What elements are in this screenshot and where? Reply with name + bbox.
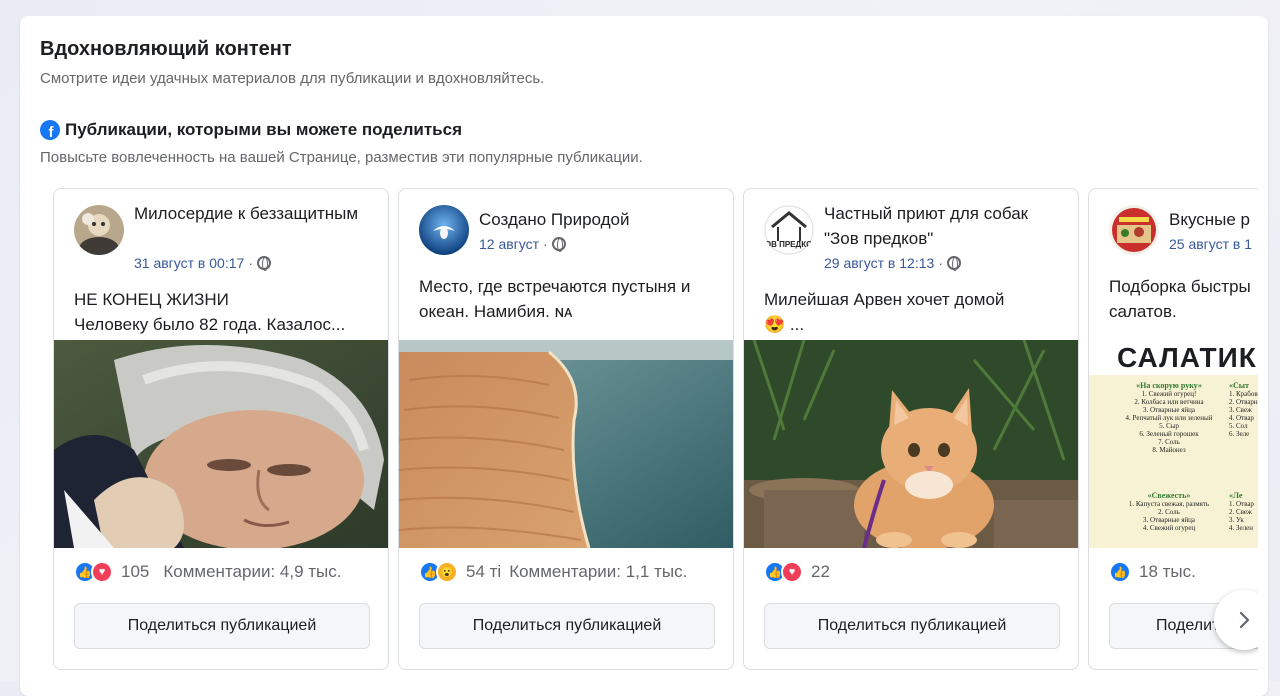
recipe-line: 3. Свеж (1229, 406, 1252, 414)
facebook-icon: f (40, 120, 60, 140)
chevron-right-icon (1239, 611, 1250, 629)
recipe-line: 8. Майонез (1152, 446, 1186, 454)
comment-count[interactable]: Комментарии: 4,9 тыс. (163, 562, 341, 582)
page-avatar[interactable] (74, 205, 124, 255)
post-image[interactable]: САЛАТИКИ «На скорую руку» 1. Свежий огур… (1089, 340, 1258, 548)
separator: · (248, 255, 253, 271)
globe-icon (256, 256, 271, 271)
reaction-count: 54 ті (466, 562, 502, 581)
page-name[interactable]: Милосердие к беззащитным (134, 201, 374, 226)
image-title: САЛАТИКИ (1089, 340, 1258, 375)
recipe-title: «Сыт (1229, 381, 1249, 390)
share-post-button[interactable]: Поделиться публикацией (74, 603, 370, 649)
page-avatar[interactable] (1109, 205, 1159, 255)
recipe-line: 2. Соль (1158, 508, 1180, 516)
recipe-line: 4. Репчатый лук или зеленый (1125, 414, 1213, 422)
reaction-summary[interactable]: 👍 ♥ 105 Комментарии: 4,9 тыс. (74, 561, 341, 583)
page-name[interactable]: Создано Природой (479, 207, 719, 232)
recipe-line: 3. Ук (1229, 516, 1244, 524)
post-text-line: 😍 ... (764, 315, 805, 334)
share-post-button[interactable]: Поделиться публикацией (764, 603, 1060, 649)
post-meta: 29 август в 12:13 · (824, 255, 961, 271)
post-text-line: Человеку было 82 года. Казалос... (74, 315, 346, 334)
post-text-line: океан. Намибия. ɴᴀ (419, 302, 573, 321)
page-name[interactable]: Частный приют для собак "Зов предков" (824, 201, 1064, 251)
recipe-line: 4. Свежий огурец (1142, 524, 1196, 532)
recipe-line: 1. Отвар (1229, 500, 1254, 508)
page-title: Вдохновляющий контент (40, 38, 292, 60)
comment-count[interactable]: Комментарии: 1,1 тыс. (509, 562, 687, 582)
post-text-line: НЕ КОНЕЦ ЖИЗНИ (74, 290, 229, 309)
post-image[interactable] (399, 340, 733, 548)
post-image[interactable] (744, 340, 1078, 548)
post-carousel: Милосердие к беззащитным 31 август в 00:… (53, 188, 1258, 678)
like-icon: 👍 (1109, 561, 1131, 583)
separator: · (938, 255, 943, 271)
reaction-summary[interactable]: 👍 18 тыс. К (1109, 561, 1258, 583)
post-date[interactable]: 29 август в 12:13 (824, 255, 934, 271)
avatar-logo-text: ЗОВ ПРЕДКОВ (764, 240, 814, 249)
recipe-line: 2. Колбаса или ветчина (1134, 398, 1204, 406)
reaction-summary[interactable]: 👍 ♥ 22 (764, 561, 844, 583)
share-post-button[interactable]: Поделиться публикацией (419, 603, 715, 649)
post-date[interactable]: 12 август (479, 236, 539, 252)
recipe-line: 1. Свежий огурец! (1141, 390, 1197, 398)
separator: · (543, 236, 548, 252)
post-text-line: Место, где встречаются пустыня и (419, 277, 691, 296)
wow-icon: 😮 (436, 561, 458, 583)
post-image[interactable] (54, 340, 388, 548)
page-name[interactable]: Вкусные р (1169, 207, 1258, 232)
post-meta: 25 август в 1 (1169, 236, 1252, 252)
recipe-line: 4. Зелен (1229, 524, 1253, 532)
recipe-title: «Свежесть» (1147, 491, 1191, 500)
recipe-title: «Ле (1229, 491, 1243, 500)
reaction-summary[interactable]: 👍 😮 54 ті Комментарии: 1,1 тыс. (419, 561, 687, 583)
heart-icon: ♥ (781, 561, 803, 583)
recipe-line: 1. Капуста свежая, размять (1128, 500, 1210, 508)
globe-icon (551, 237, 566, 252)
section-title-text: Публикации, которыми вы можете поделитьс… (65, 120, 462, 139)
page-subtitle: Смотрите идеи удачных материалов для пуб… (40, 70, 545, 87)
post-text: Место, где встречаются пустыня и океан. … (419, 274, 719, 324)
heart-icon: ♥ (91, 561, 113, 583)
post-meta: 12 август · (479, 236, 566, 252)
recipe-line: 5. Сыр (1159, 422, 1179, 430)
post-text: Подборка быстры салатов. (1109, 274, 1258, 324)
page-avatar[interactable]: ЗОВ ПРЕДКОВ (764, 205, 814, 255)
recipe-line: 3. Отварные яйца (1142, 406, 1196, 414)
recipe-title: «На скорую руку» (1136, 381, 1202, 390)
reaction-count: 22 (811, 562, 830, 581)
reaction-count: 105 (121, 562, 150, 581)
recipe-line: 3. Отварные яйца (1142, 516, 1196, 524)
reaction-count: 18 тыс. (1139, 562, 1196, 581)
post-meta: 31 август в 00:17 · (134, 255, 271, 271)
post-date[interactable]: 31 август в 00:17 (134, 255, 244, 271)
recipe-line: 1. Крабовы (1229, 390, 1258, 398)
post-date[interactable]: 25 август в 1 (1169, 236, 1252, 252)
section-subtitle: Повысьте вовлеченность на вашей Странице… (40, 149, 643, 166)
post-text-line: салатов. (1109, 302, 1177, 321)
post-card: Милосердие к беззащитным 31 август в 00:… (53, 188, 389, 670)
globe-icon (946, 256, 961, 271)
inspiration-panel: Вдохновляющий контент Смотрите идеи удач… (20, 16, 1268, 696)
recipe-panel: «На скорую руку» 1. Свежий огурец! 2. Ко… (1089, 375, 1258, 548)
post-card: ЗОВ ПРЕДКОВ Частный приют для собак "Зов… (743, 188, 1079, 670)
recipe-line: 4. Отвар (1229, 414, 1254, 422)
recipe-line: 2. Свеж (1229, 508, 1252, 516)
post-text: НЕ КОНЕЦ ЖИЗНИ Человеку было 82 года. Ка… (74, 287, 374, 337)
section-title: f Публикации, которыми вы можете поделит… (40, 120, 462, 140)
recipe-line: 5. Сол (1229, 422, 1248, 430)
recipe-line: 7. Соль (1158, 438, 1180, 446)
post-text-line: Милейшая Арвен хочет домой (764, 290, 1005, 309)
recipe-line: 6. Зеле (1229, 430, 1250, 438)
post-text: Милейшая Арвен хочет домой 😍 ... (764, 287, 1064, 337)
page-avatar[interactable] (419, 205, 469, 255)
post-text-line: Подборка быстры (1109, 277, 1251, 296)
recipe-line: 2. Отварн (1229, 398, 1258, 406)
post-card: Создано Природой 12 август · Место, где … (398, 188, 734, 670)
recipe-line: 6. Зеленый горошек (1139, 430, 1199, 438)
